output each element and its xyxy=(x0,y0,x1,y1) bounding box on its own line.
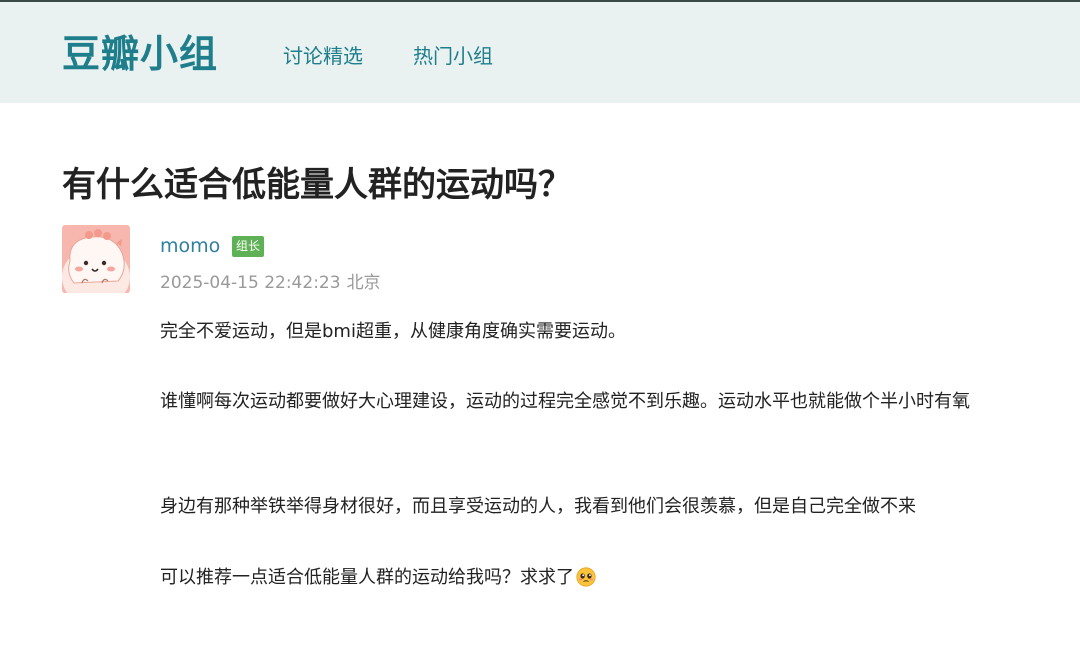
post-meta: 2025-04-15 22:42:23 北京 xyxy=(160,270,381,296)
post-paragraph: 谁懂啊每次运动都要做好大心理建设，运动的过程完全感觉不到乐趣。运动水平也就能做个… xyxy=(160,391,970,412)
avatar-image xyxy=(62,225,130,293)
post-paragraph: 完全不爱运动，但是bmi超重，从健康角度确实需要运动。 xyxy=(160,321,626,342)
post-datetime: 2025-04-15 22:42:23 xyxy=(160,273,341,293)
author-name-link[interactable]: momo xyxy=(160,233,220,259)
avatar[interactable] xyxy=(62,225,130,293)
nav-link-featured-discussions[interactable]: 讨论精选 xyxy=(283,42,363,70)
post-title: 有什么适合低能量人群的运动吗？ xyxy=(62,165,572,205)
post-paragraph-last: 可以推荐一点适合低能量人群的运动给我吗？求求了 xyxy=(160,560,1020,600)
group-admin-badge: 组长 xyxy=(232,236,265,257)
pleading-face-icon xyxy=(576,564,596,600)
post-paragraph-text: 可以推荐一点适合低能量人群的运动给我吗？求求了 xyxy=(160,567,574,588)
post-paragraph: 身边有那种举铁举得身材很好，而且享受运动的人，我看到他们会很羡慕，但是自己完全做… xyxy=(160,496,916,517)
top-navigation-bar: 豆瓣小组 讨论精选 热门小组 xyxy=(0,0,1080,103)
post-location: 北京 xyxy=(346,273,381,293)
nav-link-popular-groups[interactable]: 热门小组 xyxy=(413,42,493,70)
site-logo[interactable]: 豆瓣小组 xyxy=(62,30,218,78)
